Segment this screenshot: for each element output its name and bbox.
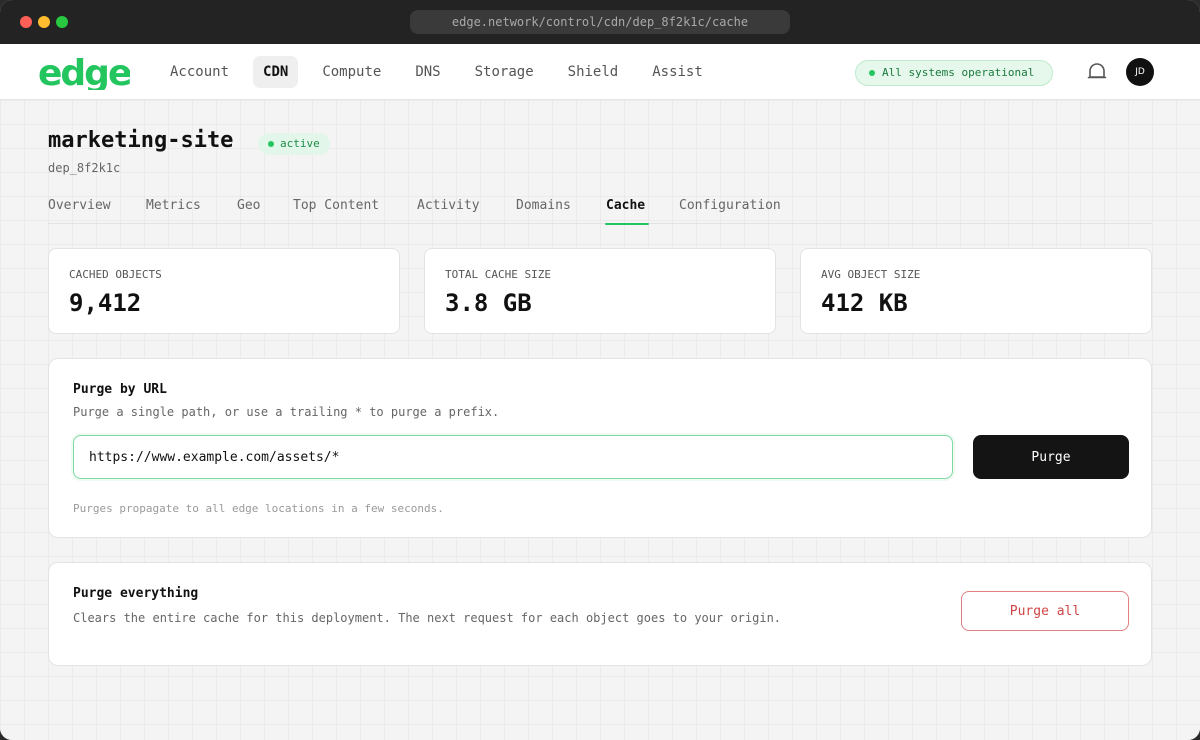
purge-by-url-description: Purge a single path, or use a trailing *… [73,405,500,419]
bell-icon[interactable] [1086,61,1108,83]
nav-item-compute[interactable]: Compute [312,56,391,88]
stat-value: 9,412 [69,289,142,317]
edge-logo[interactable]: edge [38,56,130,90]
app-header: edge Account CDN Compute DNS Storage Shi… [0,44,1200,100]
stat-card-avg-object-size: AVG OBJECT SIZE 412 KB [800,248,1152,334]
nav-item-account[interactable]: Account [160,56,239,88]
stat-label: TOTAL CACHE SIZE [445,268,551,281]
purge-url-input[interactable] [73,435,953,479]
main-content: marketing-site active dep_8f2k1c Overvie… [0,100,1200,740]
tab-overview[interactable]: Overview [48,198,111,224]
stat-label: CACHED OBJECTS [69,268,162,281]
system-status-text: All systems operational [882,66,1035,79]
nav-item-storage[interactable]: Storage [465,56,544,88]
tab-domains[interactable]: Domains [516,198,571,224]
address-bar[interactable]: edge.network/control/cdn/dep_8f2k1c/cach… [410,10,790,34]
system-status-badge[interactable]: All systems operational [855,60,1053,86]
page-title: marketing-site [48,128,234,153]
minimize-window-button[interactable] [38,16,50,28]
tab-geo[interactable]: Geo [237,198,260,224]
tab-cache[interactable]: Cache [604,198,650,225]
close-window-button[interactable] [20,16,32,28]
purge-hint: Purges propagate to all edge locations i… [73,502,444,515]
purge-everything-title: Purge everything [73,586,199,601]
nav-item-dns[interactable]: DNS [405,56,450,88]
tab-configuration[interactable]: Configuration [679,198,781,224]
deployment-id: dep_8f2k1c [48,161,121,175]
browser-window: edge.network/control/cdn/dep_8f2k1c/cach… [0,0,1200,740]
purge-by-url-title: Purge by URL [73,382,167,397]
deployment-status-text: active [280,137,320,150]
status-dot-icon [869,70,875,76]
browser-titlebar: edge.network/control/cdn/dep_8f2k1c/cach… [0,0,1200,44]
logo-text: edge [38,56,130,90]
tab-top-content[interactable]: Top Content [293,198,379,224]
deployment-status-badge: active [258,133,330,155]
tab-metrics[interactable]: Metrics [146,198,201,224]
tab-activity[interactable]: Activity [417,198,480,224]
maximize-window-button[interactable] [56,16,68,28]
nav-item-shield[interactable]: Shield [558,56,629,88]
nav-item-assist[interactable]: Assist [642,56,713,88]
stat-value: 3.8 GB [445,289,532,317]
stat-value: 412 KB [821,289,908,317]
active-dot-icon [268,141,274,147]
stat-card-cached-objects: CACHED OBJECTS 9,412 [48,248,400,334]
stat-card-total-cache-size: TOTAL CACHE SIZE 3.8 GB [424,248,776,334]
main-nav: Account CDN Compute DNS Storage Shield A… [160,56,727,88]
purge-everything-description: Clears the entire cache for this deploym… [73,611,782,625]
purge-button[interactable]: Purge [973,435,1129,479]
purge-everything-panel: Purge everything Clears the entire cache… [48,562,1152,666]
user-avatar[interactable]: JD [1126,58,1154,86]
deployment-tabs: Overview Metrics Geo Top Content Activit… [48,198,1152,225]
stat-label: AVG OBJECT SIZE [821,268,921,281]
nav-item-cdn[interactable]: CDN [253,56,299,88]
purge-all-button[interactable]: Purge all [961,591,1129,631]
purge-by-url-panel: Purge by URL Purge a single path, or use… [48,358,1152,538]
